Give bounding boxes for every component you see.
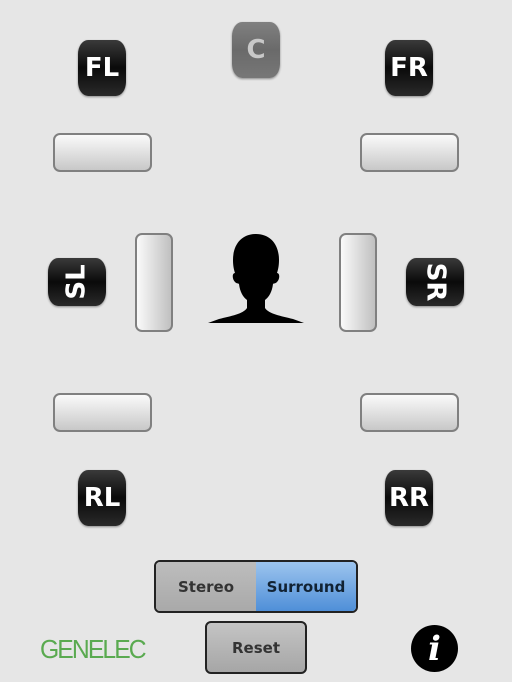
speaker-label: SL bbox=[61, 264, 92, 300]
speaker-label: RR bbox=[388, 483, 430, 513]
speaker-fl-button[interactable]: FL bbox=[78, 40, 126, 96]
speaker-label: C bbox=[246, 35, 266, 65]
speaker-c-button[interactable]: C bbox=[232, 22, 280, 78]
speaker-label: RL bbox=[83, 483, 121, 513]
rl-level-slider[interactable] bbox=[53, 393, 152, 432]
genelec-logo: GENELEC bbox=[40, 634, 147, 664]
speaker-label: SR bbox=[420, 262, 450, 302]
mode-segmented-control[interactable]: Stereo Surround bbox=[154, 560, 358, 613]
info-icon[interactable]: i bbox=[411, 625, 458, 672]
speaker-label: FR bbox=[390, 53, 428, 83]
fr-level-slider[interactable] bbox=[360, 133, 459, 172]
stereo-button[interactable]: Stereo bbox=[156, 562, 256, 611]
sl-level-slider[interactable] bbox=[135, 233, 173, 332]
sr-level-slider[interactable] bbox=[339, 233, 377, 332]
rr-level-slider[interactable] bbox=[360, 393, 459, 432]
speaker-fr-button[interactable]: FR bbox=[385, 40, 433, 96]
speaker-label: FL bbox=[84, 53, 120, 83]
head-silhouette-icon bbox=[208, 234, 304, 323]
fl-level-slider[interactable] bbox=[53, 133, 152, 172]
speaker-sr-button[interactable]: SR bbox=[406, 258, 464, 306]
speaker-rl-button[interactable]: RL bbox=[78, 470, 126, 526]
reset-button[interactable]: Reset bbox=[205, 621, 307, 674]
speaker-rr-button[interactable]: RR bbox=[385, 470, 433, 526]
speaker-sl-button[interactable]: SL bbox=[48, 258, 106, 306]
surround-button[interactable]: Surround bbox=[256, 562, 356, 611]
